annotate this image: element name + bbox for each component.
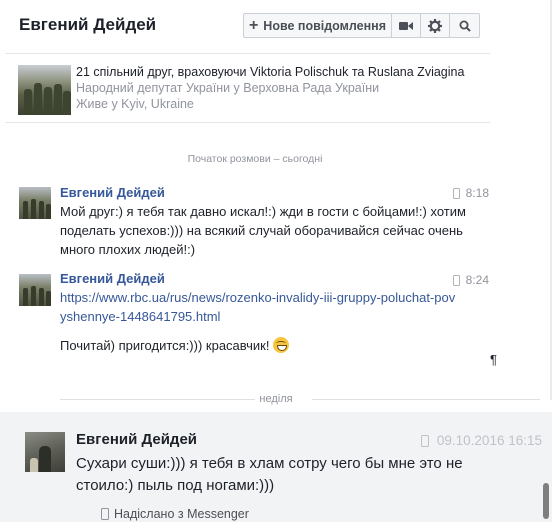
message-sender[interactable]: Евгений Дейдей [60,185,165,200]
video-call-button[interactable] [392,14,421,37]
profile-location: Живе у Kyiv, Ukraine [76,97,194,111]
pilcrow-mark: ¶ [490,352,497,367]
message-link-block: https://www.rbc.ua/rus/news/rozenko-inva… [60,288,460,326]
sent-via: Надіслано з Messenger [101,507,249,521]
video-camera-icon [399,21,413,30]
mobile-phone-icon [452,274,460,286]
mobile-phone-icon [420,434,429,447]
search-icon [459,20,471,32]
mutual-friends[interactable]: 21 спільний друг, враховуючи Viktoria Po… [76,65,464,79]
message-time-text: 8:18 [465,186,489,200]
search-button[interactable] [450,14,479,37]
mobile-phone-icon [452,187,460,199]
profile-summary: 21 спільний друг, враховуючи Viktoria Po… [5,60,490,124]
message-time: 09.10.2016 16:15 [420,433,542,448]
message-time-text: 09.10.2016 16:15 [436,433,542,448]
message-time: 8:24 [452,273,489,287]
profile-divider [5,122,490,123]
header-divider [5,53,490,54]
message: Евгений Дейдей 8:18 Мой друг:) я тебя та… [0,183,510,258]
message-text-content: Почитай) пригодится:))) красавчик! [60,338,270,353]
conversation-header: Евгений Дейдей + Нове повідомлення [0,0,552,52]
message-time: 8:18 [452,186,489,200]
avatar[interactable] [25,432,65,472]
scrollbar-thumb[interactable] [543,483,549,519]
conversation-start-label: Початок розмови – сьогодні [187,153,323,165]
profile-position: Народний депутат України у Верховна Рада… [76,81,380,95]
settings-button[interactable] [421,14,450,37]
plus-icon: + [248,16,259,34]
conversation-toolbar: + Нове повідомлення [243,13,480,38]
message-text: Почитай) пригодится:))) красавчик! [60,336,480,355]
message-sender[interactable]: Евгений Дейдей [60,271,165,286]
separator-line-right [312,399,540,400]
gear-icon [428,18,442,33]
grinning-emoji-icon [273,337,290,353]
avatar[interactable] [19,274,51,306]
sent-via-label: Надіслано з Messenger [114,507,249,521]
new-message-label: Нове повідомлення [263,18,387,33]
message-link[interactable]: https://www.rbc.ua/rus/news/rozenko-inva… [60,290,455,324]
avatar[interactable] [19,187,51,219]
message-text: Мой друг:) я тебя так давно искал!:) жди… [60,204,466,257]
message: Евгений Дейдей 8:24 https://www.rbc.ua/r… [0,270,510,360]
mobile-phone-icon [101,508,109,520]
message-time-text: 8:24 [465,273,489,287]
message-text: Сухари суши:))) я тебя в хлам сотру чего… [76,455,463,494]
highlighted-message: Евгений Дейдей 09.10.2016 16:15 Сухари с… [0,412,552,522]
new-message-button[interactable]: + Нове повідомлення [244,14,392,37]
profile-photo[interactable] [18,65,71,115]
message-sender[interactable]: Евгений Дейдей [76,431,197,448]
contact-name[interactable]: Евгений Дейдей [19,15,156,35]
